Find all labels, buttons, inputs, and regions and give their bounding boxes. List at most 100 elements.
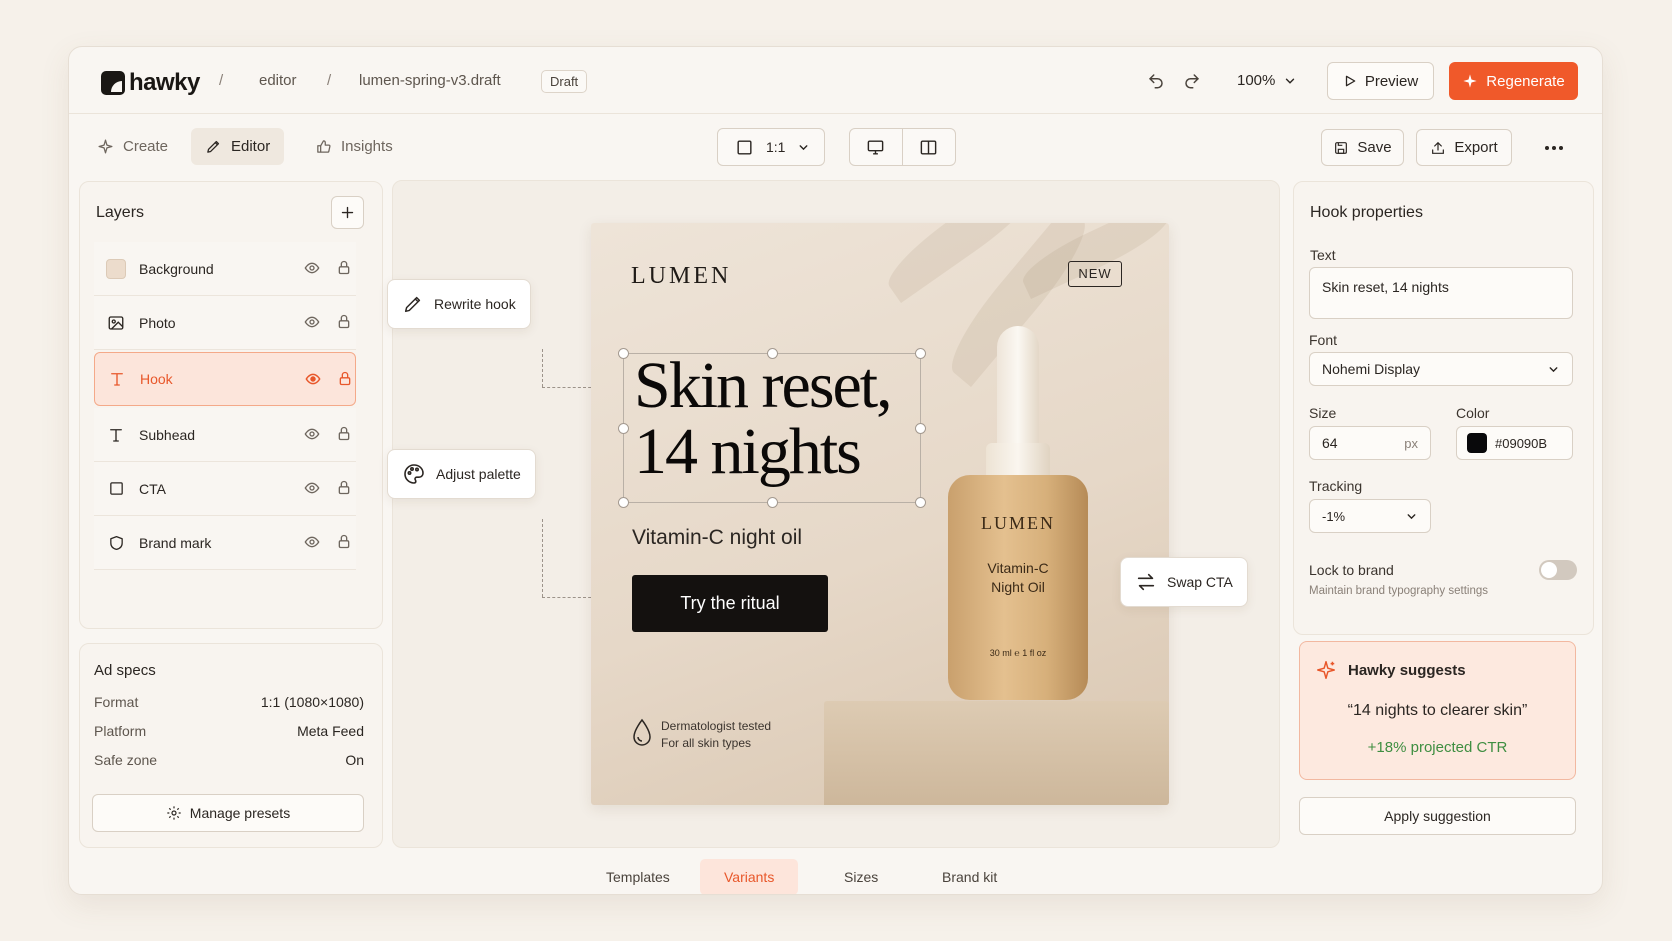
resize-handle[interactable] xyxy=(618,423,629,434)
layer-brand-mark[interactable]: Brand mark xyxy=(94,516,356,570)
aspect-ratio-dropdown[interactable]: 1:1 xyxy=(717,128,825,166)
resize-handle[interactable] xyxy=(767,497,778,508)
trust-line-2: For all skin types xyxy=(661,736,752,750)
color-value: #09090B xyxy=(1495,435,1548,451)
split-view-icon xyxy=(920,139,937,155)
upload-icon xyxy=(1432,141,1445,154)
tab-insights[interactable]: Insights xyxy=(301,128,407,165)
font-select[interactable]: Nohemi Display xyxy=(1309,352,1573,386)
eye-icon[interactable] xyxy=(304,314,320,330)
layer-subhead[interactable]: Subhead xyxy=(94,408,356,462)
resize-handle[interactable] xyxy=(618,348,629,359)
add-layer-button[interactable] xyxy=(331,196,364,229)
swap-cta-button[interactable]: Swap CTA xyxy=(1120,557,1248,607)
layer-photo[interactable]: Photo xyxy=(94,296,356,350)
ad-brand-logo[interactable]: LUMEN xyxy=(631,263,731,290)
eye-icon[interactable] xyxy=(304,260,320,276)
resize-handle[interactable] xyxy=(618,497,629,508)
zoom-value: 100% xyxy=(1237,72,1276,89)
top-bar: hawky / editor / lumen-spring-v3.draft D… xyxy=(69,47,1602,114)
view-mode-group xyxy=(849,128,956,166)
size-input[interactable]: 64 px xyxy=(1309,426,1431,460)
zoom-dropdown[interactable]: 100% xyxy=(1237,72,1297,89)
rewrite-hook-button[interactable]: Rewrite hook xyxy=(387,279,531,329)
font-label: Font xyxy=(1309,332,1338,348)
more-horizontal-icon xyxy=(1545,146,1563,150)
undo-button[interactable] xyxy=(1144,69,1168,93)
layer-cta[interactable]: CTA xyxy=(94,462,356,516)
layer-label: Hook xyxy=(140,371,173,387)
pencil-icon xyxy=(207,140,220,153)
suggestion-title: Hawky suggests xyxy=(1348,662,1466,679)
export-button[interactable]: Export xyxy=(1416,129,1512,166)
layer-hook[interactable]: Hook xyxy=(94,352,356,406)
more-options-button[interactable] xyxy=(1539,140,1569,156)
tab-brand-kit[interactable]: Brand kit xyxy=(918,859,1021,894)
droplet-icon xyxy=(633,718,651,746)
color-input[interactable]: #09090B xyxy=(1456,426,1573,460)
color-label: Color xyxy=(1456,405,1490,421)
tab-editor[interactable]: Editor xyxy=(191,128,285,165)
text-icon xyxy=(106,425,126,445)
hawky-logo[interactable]: hawky xyxy=(101,69,200,97)
editor-toolbar: Create Editor Insights 1:1 Save Export xyxy=(69,114,1602,180)
eye-icon[interactable] xyxy=(304,426,320,442)
breadcrumb-editor[interactable]: editor xyxy=(259,72,297,89)
ad-specs-panel: Ad specs Format 1:1 (1080×1080) Platform… xyxy=(79,643,383,848)
resize-handle[interactable] xyxy=(915,423,926,434)
resize-handle[interactable] xyxy=(915,497,926,508)
eye-icon[interactable] xyxy=(304,534,320,550)
app-window: hawky / editor / lumen-spring-v3.draft D… xyxy=(68,46,1603,895)
color-swatch[interactable] xyxy=(1467,433,1487,453)
image-icon xyxy=(106,313,126,333)
breadcrumb-separator: / xyxy=(327,72,332,89)
tab-templates[interactable]: Templates xyxy=(582,859,694,894)
text-label: Text xyxy=(1310,247,1336,263)
ad-hook-text[interactable]: Skin reset, 14 nights xyxy=(634,353,893,485)
eye-icon[interactable] xyxy=(304,480,320,496)
ad-subhead-text[interactable]: Vitamin-C night oil xyxy=(632,526,802,550)
lock-icon[interactable] xyxy=(336,533,352,550)
tab-create[interactable]: Create xyxy=(83,128,182,165)
split-view-button[interactable] xyxy=(903,129,956,165)
layer-background[interactable]: Background xyxy=(94,242,356,296)
tab-sizes[interactable]: Sizes xyxy=(820,859,902,894)
layer-label: Background xyxy=(139,260,214,277)
redo-button[interactable] xyxy=(1180,69,1204,93)
spec-label: Format xyxy=(94,694,139,710)
dropper-bulb xyxy=(997,326,1039,450)
regenerate-button[interactable]: Regenerate xyxy=(1449,62,1578,100)
hook-text-input[interactable]: Skin reset, 14 nights xyxy=(1309,267,1573,319)
tab-variants[interactable]: Variants xyxy=(700,859,799,894)
lock-icon[interactable] xyxy=(336,425,352,442)
lock-icon[interactable] xyxy=(337,370,353,387)
lock-icon[interactable] xyxy=(336,259,352,276)
undo-icon xyxy=(1149,74,1163,89)
sparkle-icon xyxy=(1317,661,1335,679)
tracking-select[interactable]: -1% xyxy=(1309,499,1431,533)
eye-icon[interactable] xyxy=(305,371,321,387)
apply-suggestion-button[interactable]: Apply suggestion xyxy=(1299,797,1576,835)
breadcrumb-file[interactable]: lumen-spring-v3.draft xyxy=(359,72,501,89)
ad-new-badge[interactable]: NEW xyxy=(1068,261,1122,287)
ad-artboard[interactable]: LUMEN NEW LUMEN Vitamin-C Night Oil 30 m… xyxy=(591,223,1169,805)
palette-icon xyxy=(404,464,424,484)
bottle-product-name: Vitamin-C Night Oil xyxy=(987,560,1049,595)
ad-cta-button[interactable]: Try the ritual xyxy=(632,575,828,632)
ad-trust-badge[interactable]: Dermatologist tested For all skin types xyxy=(631,718,771,752)
desktop-view-button[interactable] xyxy=(850,129,903,165)
preview-button[interactable]: Preview xyxy=(1327,62,1434,100)
lock-to-brand-toggle[interactable] xyxy=(1539,560,1577,580)
resize-handle[interactable] xyxy=(915,348,926,359)
layer-label: Photo xyxy=(139,314,176,331)
save-button[interactable]: Save xyxy=(1321,129,1404,166)
swap-arrows-icon xyxy=(1137,573,1155,591)
lock-to-brand-description: Maintain brand typography settings xyxy=(1309,585,1488,597)
lock-icon[interactable] xyxy=(336,479,352,496)
stone-pedestal xyxy=(824,701,1169,805)
adjust-palette-button[interactable]: Adjust palette xyxy=(387,449,536,499)
lock-icon[interactable] xyxy=(336,313,352,330)
manage-presets-button[interactable]: Manage presets xyxy=(92,794,364,832)
tracking-value: -1% xyxy=(1322,508,1346,524)
logo-text: hawky xyxy=(129,69,200,96)
